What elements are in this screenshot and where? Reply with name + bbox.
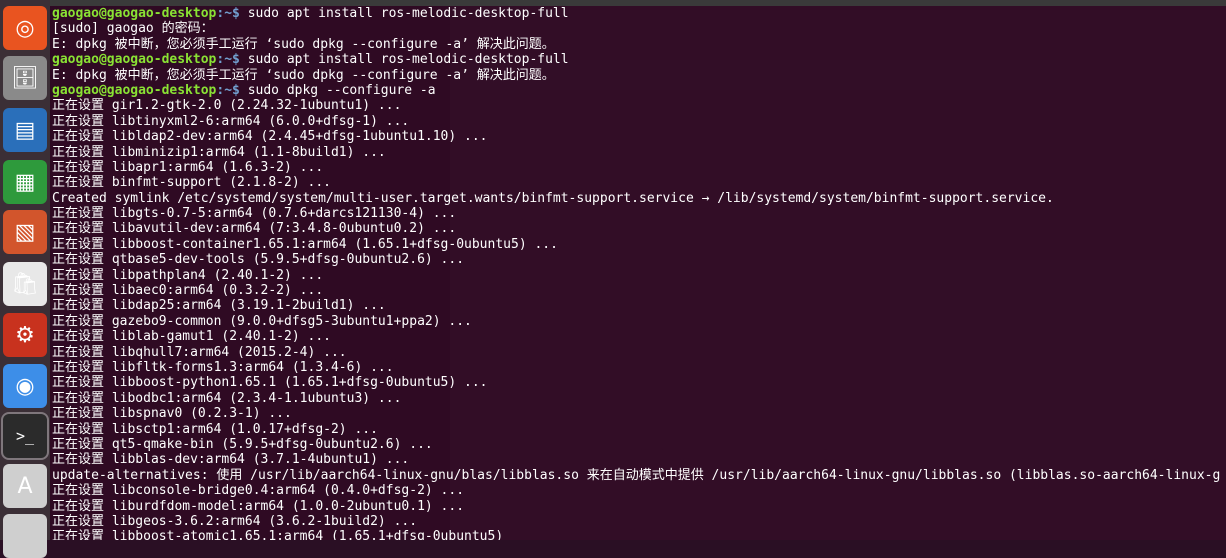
terminal-window[interactable]: gaogao@gaogao-desktop:~$ sudo apt instal… <box>50 0 1226 540</box>
line-text: 正在设置 libfltk-forms1.3:arm64 (1.3.4-6) ..… <box>52 359 394 375</box>
line-text: 正在设置 libspnav0 (0.2.3-1) ... <box>52 406 292 422</box>
line-text: 正在设置 libavutil-dev:arm64 (7:3.4.8-0ubunt… <box>52 221 457 237</box>
terminal-output[interactable]: gaogao@gaogao-desktop:~$ sudo apt instal… <box>52 6 1226 540</box>
terminal-output-line: 正在设置 libldap2-dev:arm64 (2.4.45+dfsg-1ub… <box>52 129 1226 144</box>
line-text: E: dpkg 被中断，您必须手工运行 ‘sudo dpkg --configu… <box>52 36 555 52</box>
line-text: 正在设置 gir1.2-gtk-2.0 (2.24.32-1ubuntu1) .… <box>52 98 402 114</box>
prompt-path: :~$ <box>216 52 248 68</box>
line-text: 正在设置 libldap2-dev:arm64 (2.4.45+dfsg-1ub… <box>52 129 488 145</box>
line-text: 正在设置 libminizip1:arm64 (1.1-8build1) ... <box>52 144 386 160</box>
line-text: 正在设置 gazebo9-common (9.0.0+dfsg5-3ubuntu… <box>52 313 472 329</box>
terminal-output-line: 正在设置 liblab-gamut1 (2.40.1-2) ... <box>52 329 1226 344</box>
terminal-output-line: 正在设置 gir1.2-gtk-2.0 (2.24.32-1ubuntu1) .… <box>52 98 1226 113</box>
line-text: 正在设置 libsctp1:arm64 (1.0.17+dfsg-2) ... <box>52 421 378 437</box>
terminal-output-line: E: dpkg 被中断，您必须手工运行 ‘sudo dpkg --configu… <box>52 68 1226 83</box>
chromium-icon[interactable]: ◉ <box>3 364 47 408</box>
line-text: 正在设置 libgeos-3.6.2:arm64 (3.6.2-1build2)… <box>52 513 418 529</box>
prompt-path: :~$ <box>216 6 248 21</box>
terminal-output-line: 正在设置 libtinyxml2-6:arm64 (6.0.0+dfsg-1) … <box>52 114 1226 129</box>
line-text: Created symlink /etc/systemd/system/mult… <box>52 190 1054 206</box>
terminal-command-line: gaogao@gaogao-desktop:~$ sudo apt instal… <box>52 52 1226 67</box>
terminal-output-line: 正在设置 libodbc1:arm64 (2.3.4-1.1ubuntu3) .… <box>52 391 1226 406</box>
line-text: [sudo] gaogao 的密码： <box>52 21 214 37</box>
terminal-output-line: 正在设置 liburdfdom-model:arm64 (1.0.0-2ubun… <box>52 499 1226 514</box>
software-updater-icon[interactable]: A <box>3 464 47 508</box>
settings-icon[interactable]: ⚙ <box>3 313 47 357</box>
more-icon[interactable] <box>3 514 47 558</box>
line-text: 正在设置 libaec0:arm64 (0.3.2-2) ... <box>52 283 324 299</box>
terminal-output-line: 正在设置 libpathplan4 (2.40.1-2) ... <box>52 268 1226 283</box>
terminal-output-line: 正在设置 libaec0:arm64 (0.3.2-2) ... <box>52 283 1226 298</box>
line-text: sudo apt install ros-melodic-desktop-ful… <box>247 52 569 68</box>
line-text: 正在设置 libboost-python1.65.1 (1.65.1+dfsg-… <box>52 375 488 391</box>
terminal-output-line: E: dpkg 被中断，您必须手工运行 ‘sudo dpkg --configu… <box>52 37 1226 52</box>
line-text: 正在设置 qt5-qmake-bin (5.9.5+dfsg-0ubuntu2.… <box>52 436 433 452</box>
line-text: 正在设置 libdap25:arm64 (3.19.1-2build1) ... <box>52 298 386 314</box>
line-text: 正在设置 binfmt-support (2.1.8-2) ... <box>52 175 331 191</box>
launcher: ◎ 🗄 ▤ ▦ ▧ 🛍 ⚙ ◉ >_ A <box>0 0 51 558</box>
terminal-command-line: gaogao@gaogao-desktop:~$ sudo dpkg --con… <box>52 83 1226 98</box>
terminal-output-line: 正在设置 qtbase5-dev-tools (5.9.5+dfsg-0ubun… <box>52 252 1226 267</box>
line-text: 正在设置 libqhull7:arm64 (2015.2-4) ... <box>52 344 347 360</box>
terminal-output-line: 正在设置 libminizip1:arm64 (1.1-8build1) ... <box>52 145 1226 160</box>
terminal-output-line: 正在设置 libavutil-dev:arm64 (7:3.4.8-0ubunt… <box>52 221 1226 236</box>
terminal-output-line: 正在设置 libdap25:arm64 (3.19.1-2build1) ... <box>52 298 1226 313</box>
terminal-output-line: 正在设置 binfmt-support (2.1.8-2) ... <box>52 175 1226 190</box>
line-text: 正在设置 libblas-dev:arm64 (3.7.1-4ubuntu1) … <box>52 452 410 468</box>
line-text: 正在设置 libpathplan4 (2.40.1-2) ... <box>52 267 324 283</box>
line-text: 正在设置 libgts-0.7-5:arm64 (0.7.6+darcs1211… <box>52 206 457 222</box>
terminal-command-line: gaogao@gaogao-desktop:~$ sudo apt instal… <box>52 6 1226 21</box>
terminal-output-line: 正在设置 libboost-container1.65.1:arm64 (1.6… <box>52 237 1226 252</box>
line-text: update-alternatives: 使用 /usr/lib/aarch64… <box>52 467 1221 483</box>
ubuntu-dash-icon[interactable]: ◎ <box>3 6 47 50</box>
terminal-output-line: 正在设置 libqhull7:arm64 (2015.2-4) ... <box>52 345 1226 360</box>
impress-icon[interactable]: ▧ <box>3 210 47 254</box>
terminal-icon[interactable]: >_ <box>1 412 49 460</box>
calc-icon[interactable]: ▦ <box>3 160 47 204</box>
line-text: 正在设置 libodbc1:arm64 (2.3.4-1.1ubuntu3) .… <box>52 390 402 406</box>
prompt-user-host: gaogao@gaogao-desktop <box>52 82 217 98</box>
terminal-output-line: 正在设置 libboost-python1.65.1 (1.65.1+dfsg-… <box>52 375 1226 390</box>
line-text: 正在设置 libboost-container1.65.1:arm64 (1.6… <box>52 236 558 252</box>
terminal-output-line: 正在设置 libgeos-3.6.2:arm64 (3.6.2-1build2)… <box>52 514 1226 529</box>
line-text: 正在设置 libtinyxml2-6:arm64 (6.0.0+dfsg-1) … <box>52 113 410 129</box>
terminal-output-line: 正在设置 libsctp1:arm64 (1.0.17+dfsg-2) ... <box>52 422 1226 437</box>
terminal-output-line: update-alternatives: 使用 /usr/lib/aarch64… <box>52 468 1226 483</box>
line-text: sudo apt install ros-melodic-desktop-ful… <box>247 6 569 21</box>
prompt-user-host: gaogao@gaogao-desktop <box>52 52 217 68</box>
terminal-output-line: 正在设置 libblas-dev:arm64 (3.7.1-4ubuntu1) … <box>52 452 1226 467</box>
terminal-output-line: 正在设置 gazebo9-common (9.0.0+dfsg5-3ubuntu… <box>52 314 1226 329</box>
line-text: 正在设置 libboost-atomic1.65.1:arm64 (1.65.1… <box>52 529 504 540</box>
line-text: 正在设置 liblab-gamut1 (2.40.1-2) ... <box>52 329 331 345</box>
line-text: 正在设置 libconsole-bridge0.4:arm64 (0.4.0+d… <box>52 483 465 499</box>
terminal-output-line: 正在设置 libspnav0 (0.2.3-1) ... <box>52 406 1226 421</box>
terminal-output-line: 正在设置 libapr1:arm64 (1.6.3-2) ... <box>52 160 1226 175</box>
line-text: 正在设置 libapr1:arm64 (1.6.3-2) ... <box>52 159 324 175</box>
terminal-output-line: Created symlink /etc/systemd/system/mult… <box>52 191 1226 206</box>
writer-icon[interactable]: ▤ <box>3 108 47 152</box>
software-center-icon[interactable]: 🛍 <box>3 262 47 306</box>
line-text: 正在设置 liburdfdom-model:arm64 (1.0.0-2ubun… <box>52 498 465 514</box>
terminal-output-line: 正在设置 libfltk-forms1.3:arm64 (1.3.4-6) ..… <box>52 360 1226 375</box>
terminal-output-line: 正在设置 libgts-0.7-5:arm64 (0.7.6+darcs1211… <box>52 206 1226 221</box>
files-icon[interactable]: 🗄 <box>3 56 47 100</box>
terminal-output-line: 正在设置 libconsole-bridge0.4:arm64 (0.4.0+d… <box>52 483 1226 498</box>
terminal-output-line: 正在设置 libboost-atomic1.65.1:arm64 (1.65.1… <box>52 529 1226 540</box>
terminal-output-line: 正在设置 qt5-qmake-bin (5.9.5+dfsg-0ubuntu2.… <box>52 437 1226 452</box>
line-text: E: dpkg 被中断，您必须手工运行 ‘sudo dpkg --configu… <box>52 67 555 83</box>
terminal-output-line: [sudo] gaogao 的密码： <box>52 21 1226 36</box>
prompt-user-host: gaogao@gaogao-desktop <box>52 6 217 21</box>
line-text: sudo dpkg --configure -a <box>247 82 436 98</box>
line-text: 正在设置 qtbase5-dev-tools (5.9.5+dfsg-0ubun… <box>52 252 465 268</box>
prompt-path: :~$ <box>216 82 248 98</box>
